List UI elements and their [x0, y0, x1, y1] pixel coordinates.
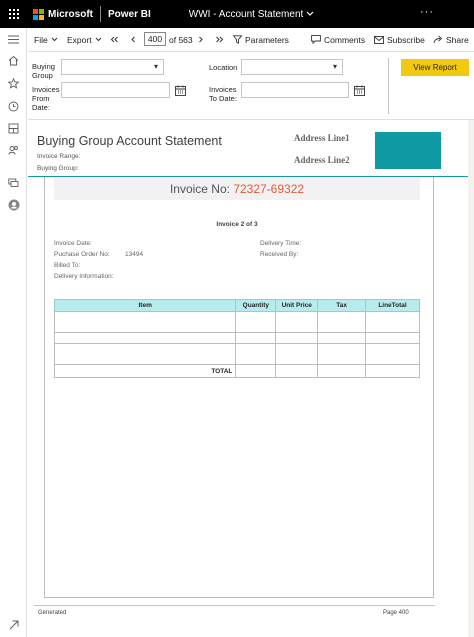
previous-page-icon[interactable]	[130, 36, 136, 43]
export-menu[interactable]: Export	[67, 35, 102, 45]
report-page: Buying Group Account Statement Invoice R…	[28, 120, 468, 637]
invoice-no-label: Invoice No:	[169, 182, 230, 196]
table-row	[53, 332, 420, 344]
invoice-number: 72327-69322	[233, 182, 305, 196]
parameters-button[interactable]: Parameters	[233, 35, 289, 45]
invoice-line-items-table: Item Quantity Unit Price Tax LineTotal T…	[53, 299, 420, 378]
invoices-from-date-input[interactable]	[61, 82, 170, 98]
more-options-icon[interactable]: ···	[420, 6, 434, 18]
share-icon	[433, 35, 443, 44]
address-line-2: Address Line2	[294, 155, 350, 165]
brand-divider	[100, 6, 101, 22]
hamburger-menu-icon[interactable]	[7, 33, 20, 46]
invoices-to-label: Invoices To Date:	[209, 85, 237, 103]
subscribe-label: Subscribe	[387, 34, 425, 45]
report-toolbar: File Export 400 of 563 Parameters Commen…	[28, 28, 474, 52]
chevron-down-icon	[95, 37, 101, 42]
footer-generated: Generated	[38, 610, 67, 616]
purchase-order-value: 13494	[125, 251, 144, 258]
footer-divider	[34, 605, 435, 606]
invoice-range-label: Invoice Range:	[37, 153, 81, 160]
workspace-avatar-icon[interactable]	[7, 198, 20, 211]
file-label: File	[34, 34, 48, 45]
calendar-icon[interactable]	[354, 85, 365, 96]
export-label: Export	[67, 34, 92, 45]
invoice-page-indicator: Invoice 2 of 3	[216, 221, 258, 228]
favorites-star-icon[interactable]	[7, 77, 20, 90]
parameters-pane: Buying Group Location Invoices From Date…	[28, 52, 474, 120]
page-total: of 563	[169, 34, 193, 45]
filter-icon	[233, 35, 242, 44]
params-divider	[388, 58, 389, 114]
delivery-info-label: Delivery Information:	[54, 273, 114, 280]
table-header-row: Item Quantity Unit Price Tax LineTotal	[53, 299, 420, 312]
app-launcher-icon[interactable]	[0, 0, 28, 28]
report-title: WWI - Account Statement	[188, 8, 304, 20]
expand-arrow-icon[interactable]	[7, 618, 20, 631]
share-button[interactable]: Share	[433, 35, 469, 45]
subscribe-button[interactable]: Subscribe	[374, 35, 425, 45]
buying-group-select[interactable]	[61, 59, 164, 75]
location-label: Location	[209, 63, 238, 72]
top-app-bar: Microsoft Power BI WWI - Account Stateme…	[0, 0, 474, 28]
calendar-icon[interactable]	[175, 85, 186, 96]
purchase-order-label: Puchase Order No:	[54, 251, 110, 258]
invoices-to-date-input[interactable]	[241, 82, 349, 98]
table-row	[53, 311, 420, 333]
report-title-dropdown[interactable]: WWI - Account Statement	[189, 9, 314, 20]
company-logo-placeholder	[375, 132, 441, 169]
buying-group-field-label: Buying Group:	[37, 165, 79, 172]
table-row	[53, 343, 420, 365]
buying-group-label: Buying Group	[32, 62, 55, 80]
last-page-icon[interactable]	[215, 36, 224, 43]
comments-button[interactable]: Comments	[311, 35, 365, 45]
mail-icon	[374, 35, 384, 44]
parameters-label: Parameters	[245, 34, 289, 45]
apps-icon[interactable]	[7, 122, 20, 135]
column-header-unit-price: Unit Price	[275, 299, 319, 312]
chevron-down-icon	[306, 11, 314, 16]
invoices-from-label: Invoices From Date:	[32, 85, 60, 112]
view-report-button[interactable]: View Report	[401, 59, 469, 76]
footer-page-number: Page 400	[383, 610, 409, 616]
current-page-input[interactable]: 400	[144, 32, 166, 46]
product-name[interactable]: Power BI	[108, 9, 151, 20]
workspaces-icon[interactable]	[7, 176, 20, 189]
first-page-icon[interactable]	[110, 36, 119, 43]
recent-clock-icon[interactable]	[7, 100, 20, 113]
invoice-date-label: Invoice Date:	[54, 240, 92, 247]
comment-icon	[311, 35, 321, 44]
invoice-frame	[44, 177, 434, 598]
total-label: TOTAL	[53, 364, 237, 378]
file-menu[interactable]: File	[34, 35, 58, 45]
location-select[interactable]	[241, 59, 343, 75]
chevron-down-icon	[51, 37, 58, 42]
comments-label: Comments	[324, 34, 366, 45]
column-header-quantity: Quantity	[235, 299, 277, 312]
column-header-item: Item	[53, 299, 237, 312]
microsoft-logo-icon	[33, 8, 44, 20]
brand-name: Microsoft	[48, 8, 93, 20]
next-page-icon[interactable]	[198, 36, 204, 43]
share-label: Share	[446, 34, 469, 45]
shared-with-me-icon[interactable]	[7, 144, 20, 157]
report-viewer[interactable]: Buying Group Account Statement Invoice R…	[28, 120, 474, 637]
billed-to-label: Billed To:	[54, 262, 81, 269]
home-icon[interactable]	[7, 54, 20, 67]
invoice-number-bar: Invoice No: 72327-69322	[54, 178, 420, 200]
column-header-line-total: LineTotal	[365, 299, 420, 312]
delivery-time-label: Delivery Time:	[260, 240, 302, 247]
left-nav-rail	[0, 28, 27, 637]
address-line-1: Address Line1	[294, 133, 350, 143]
report-title: Buying Group Account Statement	[37, 134, 222, 148]
column-header-tax: Tax	[317, 299, 367, 312]
received-by-label: Received By:	[260, 251, 299, 258]
table-total-row: TOTAL	[53, 364, 420, 378]
